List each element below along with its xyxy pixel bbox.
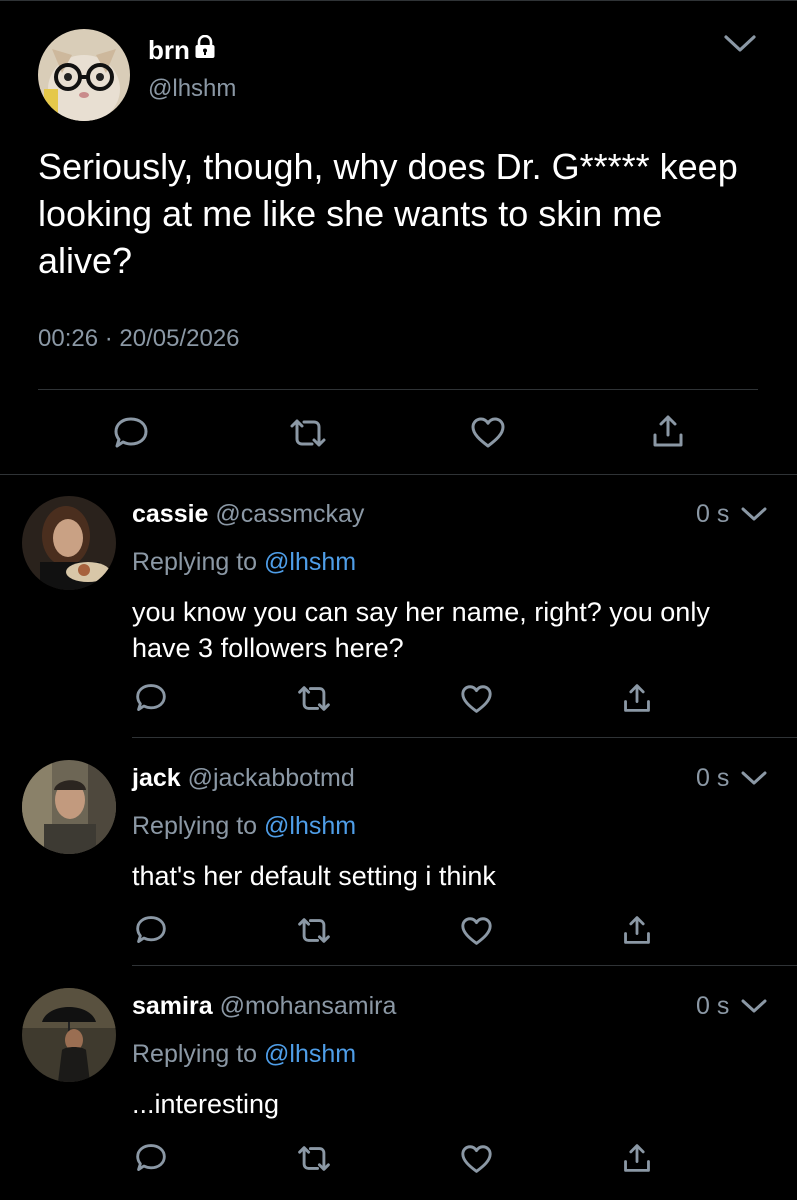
display-name[interactable]: cassie	[132, 500, 208, 528]
replying-to: Replying to @lhshm	[132, 548, 356, 577]
reply-button[interactable]	[134, 1142, 168, 1174]
lock-icon	[194, 34, 216, 66]
like-button[interactable]	[460, 1144, 493, 1175]
chevron-down-icon[interactable]	[740, 768, 768, 793]
time-separator: ·	[104, 325, 113, 352]
tweet-text: you know you can say her name, right? yo…	[132, 597, 710, 663]
share-icon	[651, 413, 685, 449]
chevron-down-icon[interactable]	[740, 504, 768, 529]
share-button[interactable]	[622, 914, 652, 946]
share-button[interactable]	[622, 682, 652, 714]
like-icon	[470, 416, 506, 450]
share-icon	[622, 914, 652, 946]
avatar[interactable]	[22, 988, 116, 1082]
retweet-icon	[296, 1144, 332, 1173]
reply-header: jack @jackabbotmd	[132, 764, 355, 793]
reply-header: samira @mohansamira	[132, 992, 396, 1021]
date: 20/05/2026	[119, 325, 240, 352]
avatar[interactable]	[22, 496, 116, 590]
avatar[interactable]	[22, 760, 116, 854]
display-name[interactable]: brn	[148, 34, 216, 66]
handle[interactable]: @mohansamira	[220, 992, 397, 1020]
tweet-text: Seriously, though, why does Dr. G***** k…	[38, 146, 738, 281]
avatar[interactable]	[38, 29, 130, 121]
reply-button[interactable]	[134, 682, 168, 714]
display-name[interactable]: jack	[132, 764, 181, 792]
share-button[interactable]	[622, 1142, 652, 1174]
reply-tweet: samira @mohansamira 0 s Replying to @lhs…	[0, 966, 797, 1200]
like-icon	[460, 684, 493, 715]
reply-icon	[134, 682, 168, 714]
replying-to: Replying to @lhshm	[132, 812, 356, 841]
reply-header: cassie @cassmckay	[132, 500, 364, 529]
like-icon	[460, 1144, 493, 1175]
replying-to: Replying to @lhshm	[132, 1040, 356, 1069]
like-icon	[460, 916, 493, 947]
retweet-button[interactable]	[288, 417, 328, 449]
main-tweet: brn @lhshm Seriously, though, why does D…	[0, 0, 797, 475]
timestamp: 0 s	[696, 992, 730, 1020]
tweet-text: ...interesting	[132, 1089, 280, 1119]
reply-tweet: jack @jackabbotmd 0 s Replying to @lhshm…	[0, 738, 797, 966]
retweet-icon	[296, 916, 332, 945]
timestamp: 0 s	[696, 764, 730, 792]
share-button[interactable]	[651, 413, 685, 449]
reply-button[interactable]	[112, 415, 150, 451]
display-name-text: brn	[148, 35, 190, 65]
reply-icon	[134, 1142, 168, 1174]
reply-icon	[134, 914, 168, 946]
chevron-down-icon[interactable]	[740, 996, 768, 1021]
retweet-icon	[296, 684, 332, 713]
chevron-down-icon[interactable]	[722, 31, 758, 60]
like-button[interactable]	[470, 416, 506, 450]
mention-link[interactable]: @lhshm	[264, 1040, 356, 1068]
timestamp: 00:26 · 20/05/2026	[38, 325, 240, 353]
time: 00:26	[38, 325, 99, 352]
mention-link[interactable]: @lhshm	[264, 812, 356, 840]
like-button[interactable]	[460, 684, 493, 715]
timestamp: 0 s	[696, 500, 730, 528]
divider	[38, 389, 758, 390]
handle[interactable]: @lhshm	[148, 75, 236, 103]
retweet-button[interactable]	[296, 684, 332, 713]
like-button[interactable]	[460, 916, 493, 947]
share-icon	[622, 1142, 652, 1174]
mention-link[interactable]: @lhshm	[264, 548, 356, 576]
retweet-icon	[288, 417, 328, 449]
reply-tweet: cassie @cassmckay 0 s Replying to @lhshm…	[0, 474, 797, 738]
replying-prefix: Replying to	[132, 812, 258, 840]
retweet-button[interactable]	[296, 916, 332, 945]
replying-prefix: Replying to	[132, 1040, 258, 1068]
handle[interactable]: @jackabbotmd	[188, 764, 355, 792]
replying-prefix: Replying to	[132, 548, 258, 576]
retweet-button[interactable]	[296, 1144, 332, 1173]
reply-button[interactable]	[134, 914, 168, 946]
reply-icon	[112, 415, 150, 451]
tweet-text: that's her default setting i think	[132, 861, 496, 891]
handle[interactable]: @cassmckay	[215, 500, 364, 528]
share-icon	[622, 682, 652, 714]
display-name[interactable]: samira	[132, 992, 213, 1020]
